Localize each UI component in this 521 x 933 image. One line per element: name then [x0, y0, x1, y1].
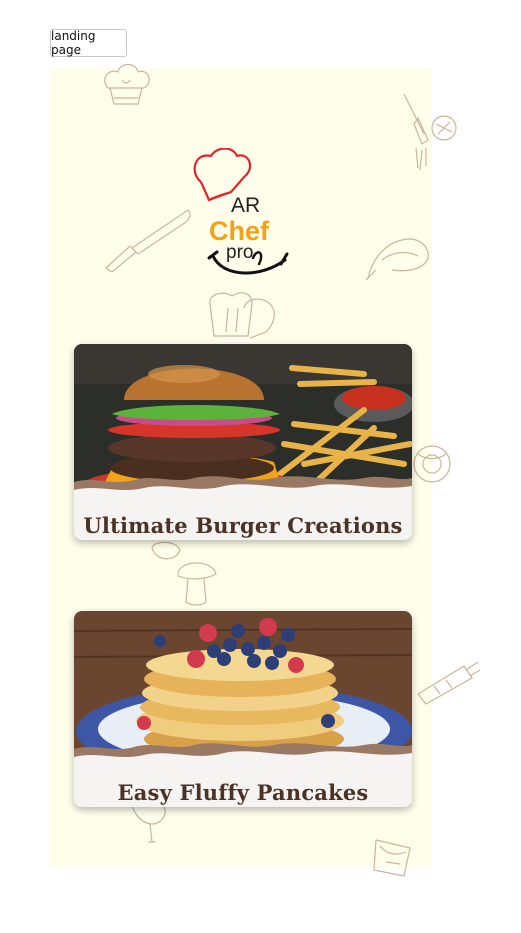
- recipe-card-pancakes[interactable]: Easy Fluffy Pancakes: [74, 611, 412, 807]
- grater-doodle-icon: [396, 88, 466, 174]
- knife-doodle-icon: [102, 206, 194, 272]
- garlic-doodle-icon: [362, 230, 434, 282]
- landing-page-tab[interactable]: landing page: [50, 29, 127, 57]
- chef-hat-doodle-icon: [98, 60, 154, 112]
- torn-paper-edge: [74, 743, 412, 775]
- landing-canvas: AR Chef pro Ultimate Burger Creations Ea…: [50, 63, 481, 877]
- recipe-card-title: Easy Fluffy Pancakes: [117, 780, 369, 805]
- chef-hat-logo-icon: [193, 147, 252, 202]
- recipe-card-burger[interactable]: Ultimate Burger Creations: [74, 344, 412, 540]
- pretzel-doodle-icon: [412, 434, 454, 496]
- recipe-card-title: Ultimate Burger Creations: [83, 513, 403, 538]
- rolling-pin-doodle-icon: [414, 660, 482, 706]
- mushroom-doodle-icon: [146, 540, 230, 616]
- torn-paper-edge: [74, 476, 412, 508]
- logo-text-ar: AR: [231, 194, 260, 217]
- bread-doodle-icon: [204, 288, 280, 342]
- ar-chef-pro-logo: AR Chef pro: [187, 147, 297, 278]
- logo-text-pro: pro: [226, 242, 253, 263]
- ice-cream-doodle-icon: [366, 832, 420, 884]
